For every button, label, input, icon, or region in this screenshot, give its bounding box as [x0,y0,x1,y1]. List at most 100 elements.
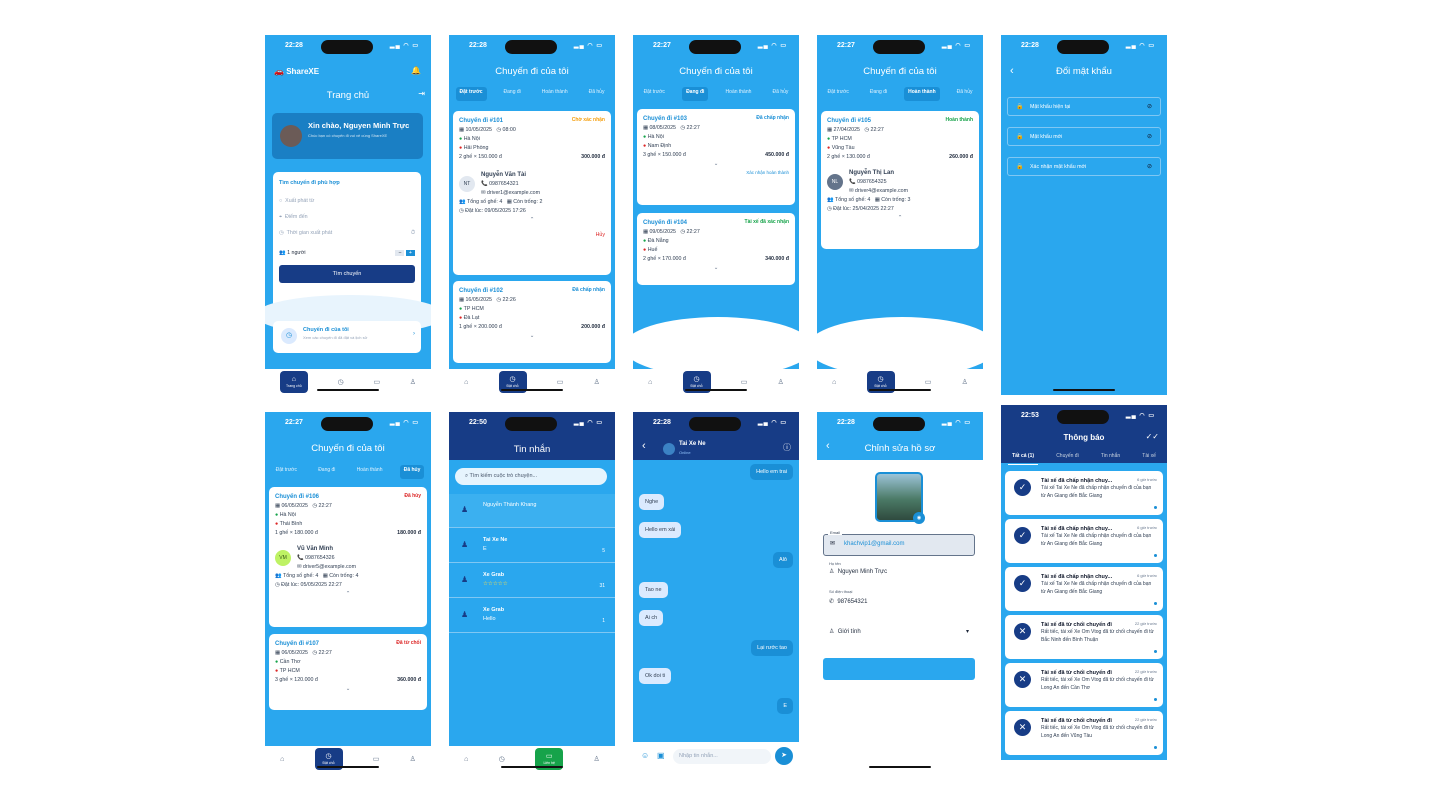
tab-done[interactable]: Hoàn thành [904,87,940,101]
chat-item[interactable]: ♟ Xe Grab Hello 1 [449,599,615,633]
home-icon[interactable]: ⌂ [832,379,836,386]
mark-all-read-icon[interactable]: ✓✓ [1146,432,1159,441]
notification-item[interactable]: ✓ Tài xế đã chấp nhận chuy... Tài xế Tai X… [1005,567,1163,611]
bottom-nav: ⌂ ◷ Đặt chỗ ▭ ♙ [449,369,615,395]
chat-icon[interactable]: ▭ [373,378,380,386]
email-field[interactable]: Email ✉ khachvip1@gmail.com [823,530,975,556]
tab-pending[interactable]: Đặt trước [455,87,487,101]
passenger-stepper[interactable]: 👥 1 người − + [279,250,415,256]
tab-done[interactable]: Hoàn thành [538,87,572,101]
tab-ongoing[interactable]: Đang đi [314,465,339,479]
trip-card[interactable]: Chuyến đi #104 Tài xế đã xác nhận ▦ 09/05… [637,213,795,285]
my-trips-card[interactable]: ◷ Chuyến đi của tôi Xem các chuyến đi đã… [273,321,421,353]
name-field[interactable]: ♙ Nguyen Minh Trực [829,568,887,575]
camera-icon[interactable]: ◉ [913,512,925,524]
notification-item[interactable]: ✕ Tài xế đã từ chối chuyến đi Rất tiếc, tà… [1005,711,1163,755]
user-icon: ♟ [461,575,469,584]
tab-ongoing[interactable]: Đang đi [682,87,709,101]
date-field[interactable]: ◷ Thời gian xuất phát ⏱ [279,230,415,236]
status-badge: Tài xế đã xác nhận [744,219,789,225]
home-icon[interactable]: ⌂ [464,756,468,763]
chat-icon[interactable]: ▭ [741,378,748,386]
home-icon[interactable]: ⌂ [280,756,284,763]
user-icon[interactable]: ♙ [410,378,416,386]
tab-ongoing[interactable]: Đang đi [500,87,525,101]
lock-icon: 🔒 [1016,104,1024,110]
chat-item[interactable]: ♟ Xe Grab ☆☆☆☆☆ 31 [449,564,615,598]
save-button[interactable] [823,658,975,680]
tab-cancelled[interactable]: Đã hủy [953,87,977,101]
eye-off-icon[interactable]: ⊘ [1147,133,1152,140]
tab-pending[interactable]: Đặt trước [272,465,301,479]
trip-card[interactable]: Chuyến đi #102 Đã chấp nhận ▦ 16/05/2025 … [453,281,611,363]
chat-item[interactable]: ♟ Tai Xe Ne E 5 [449,529,615,563]
current-password-field[interactable]: 🔒 Mật khẩu hiện tại ⊘ [1007,97,1161,116]
tab-drivers[interactable]: Tài xế [1138,451,1160,465]
search-trip-button[interactable]: Tìm chuyến [279,265,415,283]
user-icon[interactable]: ♙ [594,378,600,386]
notification-item[interactable]: ✓ Tài xế đã chấp nhận chuy... Tài xế Tai X… [1005,519,1163,563]
home-icon[interactable]: ⌂ [648,379,652,386]
search-input[interactable]: ⌕ Tìm kiếm cuộc trò chuyện... [455,468,607,485]
tab-done[interactable]: Hoàn thành [722,87,756,101]
image-icon[interactable]: ▣ [657,751,665,760]
close-circle-icon: ✕ [1014,719,1031,736]
notification-item[interactable]: ✓ Tài xế đã chấp nhận chuy... Tài xế Tai X… [1005,471,1163,515]
new-password-field[interactable]: 🔒 Mật khẩu mới ⊘ [1007,127,1161,146]
mail-icon: ✉ [830,541,836,547]
cancel-button[interactable]: Hủy [459,231,605,240]
tab-cancelled[interactable]: Đã hủy [585,87,609,101]
user-icon[interactable]: ♙ [594,755,600,763]
user-icon[interactable]: ♙ [962,378,968,386]
chat-icon[interactable]: ▭ [373,755,380,763]
bell-icon[interactable]: 🔔 [411,66,421,75]
tab-pending[interactable]: Đặt trước [824,87,853,101]
chat-icon[interactable]: ▭ [925,378,932,386]
emoji-icon[interactable]: ☺ [641,751,649,760]
home-icon[interactable]: ⌂ [464,379,468,386]
notification-item[interactable]: ✕ Tài xế đã từ chối chuyến đi Rất tiếc, tà… [1005,615,1163,659]
nav-home[interactable]: ⌂ Trang chủ [279,371,308,393]
trip-card[interactable]: Chuyến đi #107 Đã từ chối ▦ 06/05/2025 ◷ … [269,634,427,710]
driver-avatar: NL [827,174,843,191]
back-icon[interactable]: ‹ [642,440,646,452]
chat-item[interactable]: ♟ Nguyễn Thành Khang [449,494,615,528]
trip-card[interactable]: Chuyến đi #106 Đã hủy ▦ 06/05/2025 ◷ 22:2… [269,487,427,627]
send-button[interactable]: ➤ [775,747,793,765]
history-icon[interactable]: ◷ [499,755,505,763]
phone-change-password: 22:28 ▂▄ ◠ ▭ ‹ Đổi mật khẩu 🔒 Mật khẩu hiệ… [1001,35,1167,395]
tab-all[interactable]: Tất cả (1) [1008,451,1039,465]
trip-card[interactable]: Chuyến đi #103 Đã chấp nhận ▦ 08/05/2025 … [637,109,795,205]
tab-done[interactable]: Hoàn thành [353,465,387,479]
profile-photo[interactable]: ◉ [875,472,925,524]
trip-card[interactable]: Chuyến đi #105 Hoàn thành ▦ 27/04/2025 ◷ … [821,111,979,249]
history-icon: ◷ [877,375,884,383]
logout-icon[interactable]: ⇥ [418,89,425,98]
tab-ongoing[interactable]: Đang đi [866,87,891,101]
info-icon[interactable]: ⓘ [783,442,791,453]
history-icon: ◷ [693,375,700,383]
page-title: Chuyến đi của tôi [679,66,753,77]
eye-off-icon[interactable]: ⊘ [1147,103,1152,110]
status-badge: Hoàn thành [945,117,974,123]
eye-off-icon[interactable]: ⊘ [1147,163,1152,170]
notification-item[interactable]: ✕ Tài xế đã từ chối chuyến đi Rất tiếc, tà… [1005,663,1163,707]
confirm-password-field[interactable]: 🔒 Xác nhận mật khẩu mới ⊘ [1007,157,1161,176]
confirm-complete-button[interactable]: Xác nhận hoàn thành [643,169,789,177]
to-field[interactable]: ⌖ Điểm đến [279,214,415,221]
phone-field[interactable]: ✆ 987654321 [829,598,867,605]
user-icon[interactable]: ♙ [778,378,784,386]
trip-card[interactable]: Chuyến đi #101 Chờ xác nhận ▦ 10/05/2025 … [453,111,611,275]
tab-cancelled[interactable]: Đã hủy [769,87,793,101]
chat-icon[interactable]: ▭ [557,378,564,386]
gender-select[interactable]: ♙ Giới tính ▾ [829,628,969,635]
history-icon[interactable]: ◷ [338,378,344,386]
from-field[interactable]: ○ Xuất phát từ [279,198,415,204]
tab-pending[interactable]: Đặt trước [640,87,669,101]
message-input[interactable]: Nhập tin nhắn... [673,749,771,764]
tab-cancelled[interactable]: Đã hủy [399,465,425,479]
tab-messages[interactable]: Tin nhắn [1097,451,1124,465]
user-icon[interactable]: ♙ [410,755,416,763]
chat-avatar [663,443,675,455]
tab-trips[interactable]: Chuyến đi [1052,451,1083,465]
